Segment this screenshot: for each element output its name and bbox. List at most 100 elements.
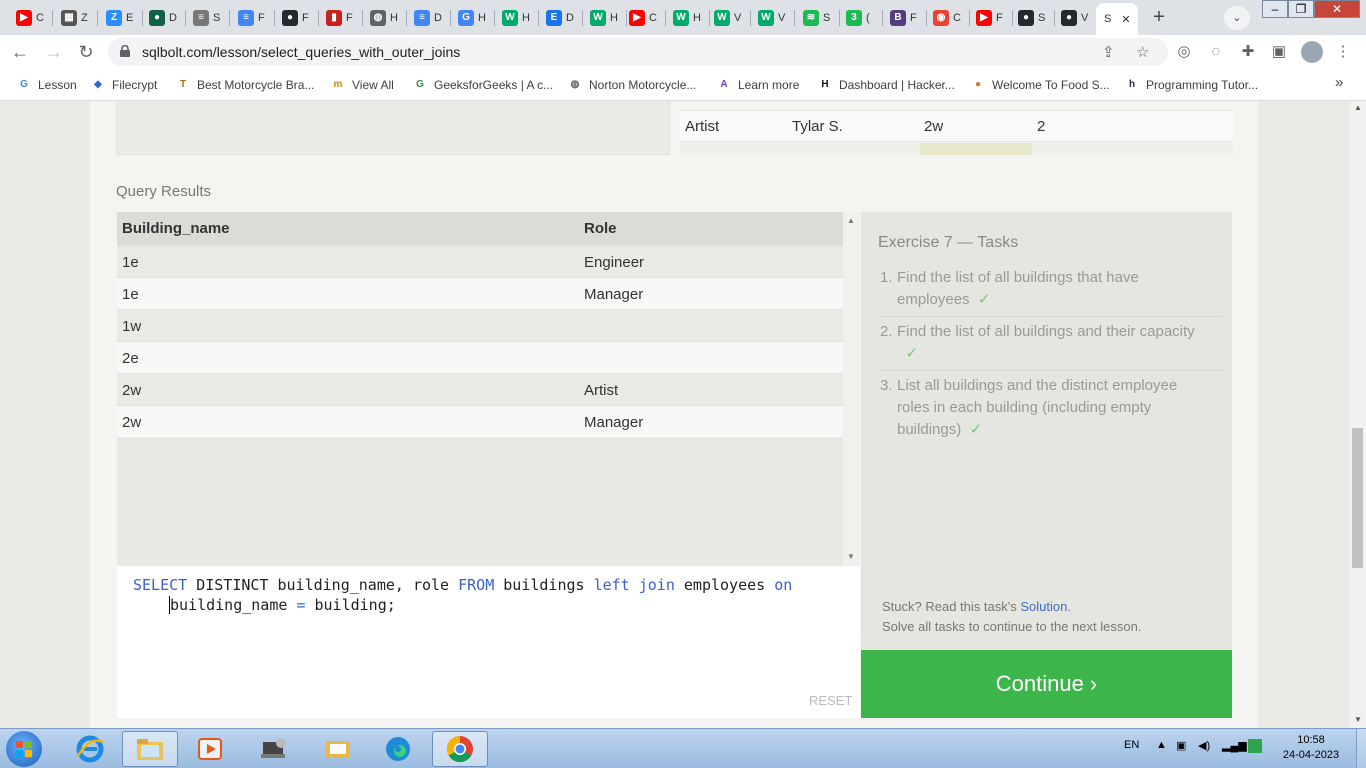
internet-explorer-icon[interactable] bbox=[62, 731, 118, 767]
tab-github-2[interactable]: ● S bbox=[1012, 6, 1055, 30]
chrome-icon[interactable] bbox=[432, 731, 488, 767]
show-desktop-button[interactable] bbox=[1356, 729, 1366, 768]
tab-youtube-1[interactable]: ▶ C bbox=[10, 6, 53, 30]
results-scrollbar[interactable]: ▲ ▼ bbox=[843, 212, 860, 566]
tab-sqlbolt-active[interactable]: S ✕ bbox=[1096, 3, 1138, 35]
tab-red[interactable]: ▮ F bbox=[320, 6, 363, 30]
bookmarks-overflow[interactable]: » bbox=[1335, 74, 1343, 91]
signal-icon[interactable]: ▂▄▆ bbox=[1222, 739, 1247, 752]
tab-google[interactable]: GH bbox=[452, 6, 495, 30]
table-cell: Manager bbox=[584, 286, 644, 303]
tab-ed[interactable]: ED bbox=[540, 6, 583, 30]
tab-globe-favicon-icon: ◍ bbox=[370, 10, 386, 26]
edge-icon[interactable] bbox=[370, 731, 426, 767]
tab-w3-4[interactable]: WV bbox=[708, 6, 751, 30]
bookmark-item[interactable]: ◍ Norton Motorcycle... bbox=[567, 77, 697, 93]
bookmark-item[interactable]: ◆ Filecrypt bbox=[90, 77, 157, 93]
reset-button[interactable]: RESET bbox=[809, 693, 852, 708]
language-indicator[interactable]: EN bbox=[1124, 739, 1139, 751]
tab-title: Z bbox=[81, 12, 88, 24]
bookmark-star-icon[interactable]: ☆ bbox=[1136, 43, 1149, 61]
tab-db[interactable]: ≡ S bbox=[187, 6, 230, 30]
network-tray-icon[interactable]: ▣ bbox=[1176, 739, 1186, 752]
tasks-title: Exercise 7 — Tasks bbox=[878, 234, 1019, 251]
sql-editor[interactable]: SELECT DISTINCT building_name, role FROM… bbox=[117, 566, 860, 718]
menu-kebab-icon[interactable]: ⋮ bbox=[1332, 41, 1354, 63]
tab-title: H bbox=[478, 12, 486, 24]
page-scrollbar[interactable]: ▲ ▼ bbox=[1350, 101, 1366, 728]
tab-red-favicon-icon: ▮ bbox=[326, 10, 342, 26]
tab-w3-2[interactable]: WH bbox=[584, 6, 627, 30]
query-results-title: Query Results bbox=[116, 183, 212, 200]
extension-icon-1[interactable]: ◎ bbox=[1173, 41, 1195, 63]
tab-w3-5[interactable]: WV bbox=[752, 6, 795, 30]
tab-docs-1-favicon-icon: ≡ bbox=[238, 10, 254, 26]
url-text[interactable]: sqlbolt.com/lesson/select_queries_with_o… bbox=[142, 44, 460, 60]
share-icon[interactable]: ⇪ bbox=[1102, 43, 1115, 61]
bookmark-item[interactable]: h Programming Tutor... bbox=[1124, 77, 1258, 93]
bookmark-item[interactable]: ● Welcome To Food S... bbox=[970, 77, 1110, 93]
scroll-up-arrow-icon[interactable]: ▲ bbox=[847, 216, 855, 225]
bookmark-item[interactable]: G Lesson bbox=[16, 77, 77, 93]
bookmark-item[interactable]: m View All bbox=[330, 77, 394, 93]
bookmark-item[interactable]: H Dashboard | Hacker... bbox=[817, 77, 954, 93]
tab-github-1[interactable]: ● F bbox=[276, 6, 319, 30]
tab-youtube-3[interactable]: ▶ F bbox=[970, 6, 1013, 30]
continue-button[interactable]: Continue › bbox=[861, 650, 1232, 718]
show-hidden-icons[interactable]: ▲ bbox=[1156, 739, 1167, 751]
solution-link[interactable]: Solution bbox=[1020, 599, 1067, 614]
volume-icon[interactable]: ◀) bbox=[1198, 739, 1210, 752]
profile-avatar[interactable] bbox=[1301, 41, 1323, 63]
tab-zoom[interactable]: ZE bbox=[100, 6, 143, 30]
tab-title: C bbox=[36, 12, 44, 24]
tab-title: F bbox=[258, 12, 265, 24]
bookmark-label: Welcome To Food S... bbox=[992, 78, 1110, 92]
address-bar[interactable]: sqlbolt.com/lesson/select_queries_with_o… bbox=[108, 38, 1168, 66]
folder-icon[interactable] bbox=[310, 731, 366, 767]
side-panel-icon[interactable]: ▣ bbox=[1268, 41, 1290, 63]
tab-docs-1[interactable]: ≡ F bbox=[232, 6, 275, 30]
minimize-button[interactable]: – bbox=[1262, 0, 1288, 18]
bookmark-item[interactable]: T Best Motorcycle Bra... bbox=[175, 77, 314, 93]
close-tab-icon[interactable]: ✕ bbox=[1121, 13, 1130, 26]
scroll-down-arrow-icon[interactable]: ▼ bbox=[1354, 715, 1362, 724]
reload-icon[interactable]: ↻ bbox=[74, 41, 98, 63]
battery-icon[interactable] bbox=[1248, 739, 1262, 753]
bookmark-item[interactable]: A Learn more bbox=[716, 77, 799, 93]
tab-title: H bbox=[390, 12, 398, 24]
maximize-button[interactable]: ❐ bbox=[1288, 0, 1314, 18]
tab-bootstrap[interactable]: BF bbox=[884, 6, 927, 30]
start-button[interactable] bbox=[6, 731, 42, 767]
extension-icon-2[interactable]: ◌ bbox=[1205, 41, 1227, 63]
system-clock[interactable]: 10:58 24-04-2023 bbox=[1276, 733, 1346, 763]
tab-github-3[interactable]: ● V bbox=[1055, 6, 1098, 30]
tab-maps[interactable]: ◉ C bbox=[927, 6, 970, 30]
tab-w3-3[interactable]: WH bbox=[667, 6, 710, 30]
tab-youtube-2[interactable]: ▶ C bbox=[623, 6, 666, 30]
tab-search-button[interactable]: ⌄ bbox=[1224, 6, 1250, 30]
media-player-icon[interactable] bbox=[182, 731, 238, 767]
tab-docs-2-favicon-icon: ≡ bbox=[414, 10, 430, 26]
scrollbar-thumb[interactable] bbox=[1352, 428, 1363, 568]
tab-spotify[interactable]: ≋ S bbox=[797, 6, 840, 30]
bookmark-label: Programming Tutor... bbox=[1146, 78, 1259, 92]
tab-w3-1[interactable]: WH bbox=[496, 6, 539, 30]
new-tab-button[interactable]: + bbox=[1146, 6, 1172, 30]
device-icon[interactable] bbox=[246, 731, 302, 767]
tab-3[interactable]: 3( bbox=[840, 6, 883, 30]
close-window-button[interactable]: ✕ bbox=[1314, 0, 1360, 18]
extensions-puzzle-icon[interactable]: ✚ bbox=[1237, 41, 1259, 63]
back-icon[interactable]: ← bbox=[8, 41, 32, 63]
scroll-up-arrow-icon[interactable]: ▲ bbox=[1354, 103, 1362, 112]
scroll-down-arrow-icon[interactable]: ▼ bbox=[847, 552, 855, 561]
forward-icon[interactable]: → bbox=[42, 41, 66, 63]
file-explorer-icon[interactable] bbox=[122, 731, 178, 767]
tab-title: E bbox=[126, 12, 134, 24]
tab-ed-favicon-icon: E bbox=[546, 10, 562, 26]
tab-2[interactable]: ▦ Z bbox=[55, 6, 98, 30]
bookmark-item[interactable]: G GeeksforGeeks | A c... bbox=[412, 77, 553, 93]
tab-docs-2[interactable]: ≡ D bbox=[408, 6, 451, 30]
tab-mongodb[interactable]: ● D bbox=[143, 6, 186, 30]
tab-title: F bbox=[910, 12, 917, 24]
tab-globe[interactable]: ◍ H bbox=[364, 6, 407, 30]
